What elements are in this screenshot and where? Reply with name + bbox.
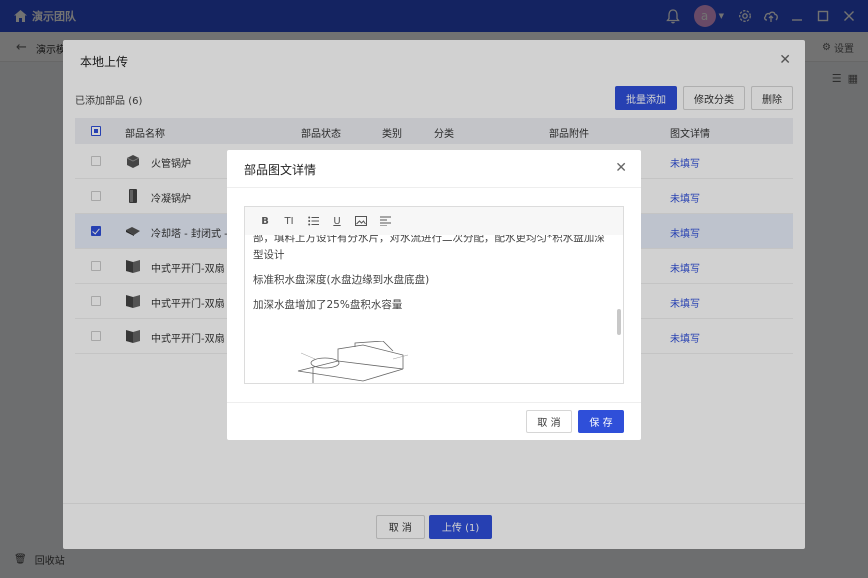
content-para-1: 部，填料上方设计有分水片，对水流进行二次分配，配水更均匀*积水盘加深型设计 (253, 235, 605, 261)
underline-icon[interactable]: U (325, 211, 349, 231)
footer-divider (227, 402, 641, 403)
list-icon[interactable] (301, 211, 325, 231)
text-size-icon[interactable]: TI (277, 211, 301, 231)
align-icon[interactable] (373, 211, 397, 231)
part-detail-dialog: 部品图文详情 ✕ B TI U 部，填料上方设计有分水片，对水流进行二次分配，配… (227, 150, 641, 440)
bold-icon[interactable]: B (253, 211, 277, 231)
cancel-button[interactable]: 取 消 (526, 410, 572, 433)
content-para-3: 加深水盘增加了25%盘积水容量 (253, 299, 403, 311)
content-para-2: 标准积水盘深度(水盘边缘到水盘底盘) (253, 274, 430, 286)
close-icon[interactable]: ✕ (615, 160, 627, 176)
save-button[interactable]: 保 存 (578, 410, 624, 433)
detail-actions: 取 消 保 存 (526, 410, 624, 433)
cooling-tower-illustration (297, 341, 409, 383)
editor-scrollbar[interactable] (617, 309, 621, 335)
dialog-header: 部品图文详情 ✕ (227, 150, 641, 188)
editor-content[interactable]: 部，填料上方设计有分水片，对水流进行二次分配，配水更均匀*积水盘加深型设计 标准… (253, 235, 613, 383)
dialog-title: 部品图文详情 (244, 163, 317, 177)
image-icon[interactable] (349, 211, 373, 231)
editor-toolbar: B TI U (245, 207, 623, 235)
rich-text-editor[interactable]: B TI U 部，填料上方设计有分水片，对水流进行二次分配，配水更均匀*积水盘加… (244, 206, 624, 384)
